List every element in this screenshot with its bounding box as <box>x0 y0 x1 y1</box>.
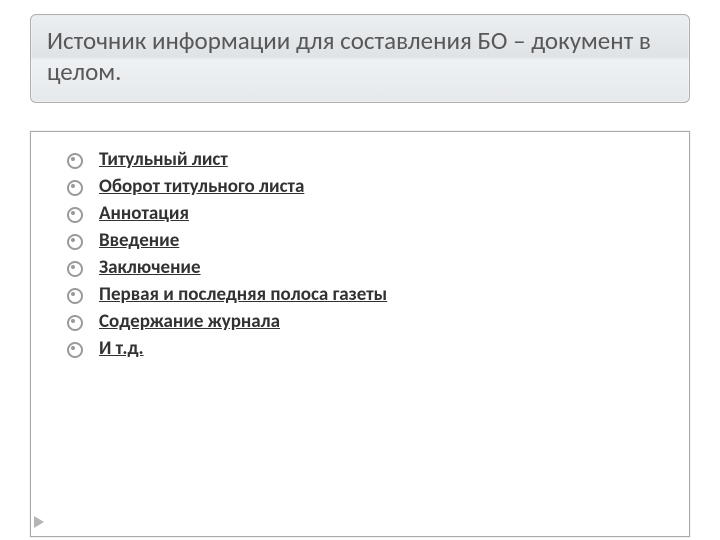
content-box: Титульный лист Оборот титульного листа А… <box>30 131 690 537</box>
title-box: Источник информации для составления БО –… <box>30 14 690 103</box>
list-item: Оборот титульного листа <box>61 173 671 200</box>
spacer <box>30 103 690 131</box>
list-item: Аннотация <box>61 200 671 227</box>
bullet-list: Титульный лист Оборот титульного листа А… <box>61 146 671 362</box>
slide: Источник информации для составления БО –… <box>0 0 720 540</box>
list-item: Заключение <box>61 254 671 281</box>
list-item: И т.д. <box>61 335 671 362</box>
slide-title: Источник информации для составления БО –… <box>47 25 673 88</box>
next-arrow-icon <box>34 516 44 528</box>
list-item: Титульный лист <box>61 146 671 173</box>
list-item: Первая и последняя полоса газеты <box>61 281 671 308</box>
list-item: Содержание журнала <box>61 308 671 335</box>
list-item: Введение <box>61 227 671 254</box>
